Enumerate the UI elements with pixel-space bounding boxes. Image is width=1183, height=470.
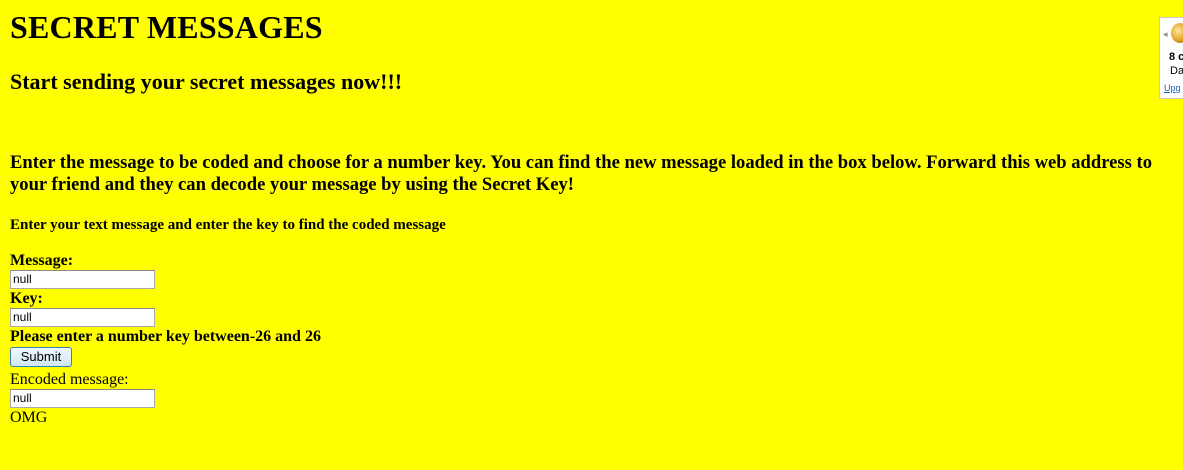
encoded-message-label: Encoded message: xyxy=(10,371,129,388)
submit-button[interactable]: Submit xyxy=(10,347,72,367)
message-input[interactable] xyxy=(10,270,155,289)
page-title: SECRET MESSAGES xyxy=(10,9,323,45)
ad-upgrade-link[interactable]: Upg xyxy=(1164,83,1181,93)
encoded-message-output[interactable] xyxy=(10,389,155,408)
ad-line-2: Da xyxy=(1170,65,1183,77)
result-text: OMG xyxy=(10,409,48,426)
scroll-left-icon[interactable]: ◂ xyxy=(1163,29,1168,40)
key-input[interactable] xyxy=(10,308,155,327)
page-subtitle: Start sending your secret messages now!!… xyxy=(10,69,403,94)
intro-text: Enter the message to be coded and choose… xyxy=(10,152,1153,195)
app-logo-icon xyxy=(1171,23,1183,43)
side-ad-widget[interactable]: ◂ 8 c Da Upg xyxy=(1159,17,1183,99)
key-hint: Please enter a number key between-26 and… xyxy=(10,328,321,345)
key-label: Key: xyxy=(10,290,43,307)
encode-form: Message: Key: Please enter a number key … xyxy=(10,252,1175,427)
page-content: SECRET MESSAGES Start sending your secre… xyxy=(10,0,1175,427)
message-label: Message: xyxy=(10,252,74,269)
form-instructions: Enter your text message and enter the ke… xyxy=(10,217,446,233)
ad-line-1: 8 c xyxy=(1169,51,1183,63)
